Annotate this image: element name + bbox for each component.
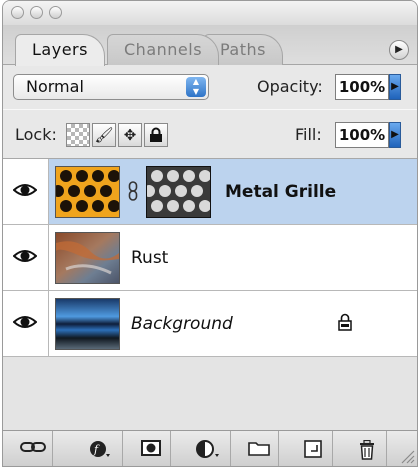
layer-mask-thumbnail[interactable] xyxy=(143,166,211,218)
new-group-icon xyxy=(247,442,270,456)
layer-name[interactable]: Rust xyxy=(131,246,168,270)
opacity-field[interactable]: 100% xyxy=(335,74,389,100)
adjustment-layer-icon xyxy=(195,440,219,458)
opacity-label: Opacity: xyxy=(257,77,323,96)
tab-channels[interactable]: Channels xyxy=(107,34,220,65)
adjustment-layer-button[interactable] xyxy=(185,431,231,466)
layer-row-rust[interactable]: Rust xyxy=(3,225,417,291)
visibility-toggle[interactable] xyxy=(3,291,49,356)
rust-texture-thumbnail xyxy=(56,233,119,283)
layer-row-background[interactable]: Background xyxy=(3,291,417,357)
add-mask-icon xyxy=(140,440,161,456)
eye-icon xyxy=(13,184,37,196)
play-arrow-icon: ▶ xyxy=(395,44,403,55)
eye-icon xyxy=(13,250,37,262)
layers-list: Metal Grille Rust Background xyxy=(3,159,417,432)
layer-name[interactable]: Metal Grille xyxy=(225,180,336,204)
eye-icon xyxy=(13,316,37,328)
trash-icon xyxy=(359,439,374,460)
layer-style-button[interactable]: f xyxy=(77,431,123,466)
new-group-button[interactable] xyxy=(239,431,279,466)
visibility-toggle[interactable] xyxy=(3,159,49,224)
bottom-toolbar: f xyxy=(3,430,417,466)
lock-fill-row: Lock: 🖌 ✥ Fill: 100% ▶ xyxy=(3,109,417,159)
padlock-icon xyxy=(150,127,162,142)
link-layers-icon xyxy=(19,442,46,452)
grille-mask-thumbnail xyxy=(143,167,211,217)
new-layer-button[interactable] xyxy=(293,431,333,466)
tab-strip: Paths Channels Layers ▶ xyxy=(3,25,417,66)
lock-transparent-pixels-button[interactable] xyxy=(66,123,90,147)
lock-position-button[interactable]: ✥ xyxy=(118,123,142,147)
visibility-toggle[interactable] xyxy=(3,225,49,290)
padlock-icon xyxy=(338,313,352,331)
layer-thumbnail[interactable] xyxy=(55,232,120,284)
blue-gradient-thumbnail xyxy=(56,299,119,349)
blend-mode-value: Normal xyxy=(26,77,84,96)
link-layers-button[interactable] xyxy=(13,431,53,466)
add-mask-button[interactable] xyxy=(131,431,171,466)
minimize-window-button[interactable] xyxy=(30,6,43,19)
layer-thumbnail[interactable] xyxy=(55,298,120,350)
close-window-button[interactable] xyxy=(11,6,24,19)
layer-thumbnail[interactable] xyxy=(52,166,120,218)
blend-opacity-row: Normal ▲ ▼ Opacity: 100% ▶ xyxy=(3,65,417,109)
layer-name[interactable]: Background xyxy=(131,312,233,336)
fill-field[interactable]: 100% xyxy=(335,122,389,148)
new-layer-icon xyxy=(303,440,322,458)
fill-slider-button[interactable]: ▶ xyxy=(389,122,401,148)
lock-label: Lock: xyxy=(15,125,57,144)
opacity-slider-button[interactable]: ▶ xyxy=(389,74,401,100)
updown-arrows-icon: ▲ ▼ xyxy=(186,77,206,97)
play-arrow-icon: ▶ xyxy=(391,81,399,92)
lock-image-pixels-button[interactable]: 🖌 xyxy=(92,123,116,147)
delete-layer-button[interactable] xyxy=(347,431,387,466)
zoom-window-button[interactable] xyxy=(49,6,62,19)
palette-menu-button[interactable]: ▶ xyxy=(389,40,409,60)
orange-grille-thumbnail xyxy=(52,167,120,217)
layer-row-metal-grille[interactable]: Metal Grille xyxy=(3,159,417,225)
brush-icon: 🖌 xyxy=(94,126,114,144)
chain-link-icon[interactable] xyxy=(128,181,138,205)
blend-mode-select[interactable]: Normal ▲ ▼ xyxy=(13,74,209,100)
resize-grip-icon[interactable] xyxy=(399,448,415,464)
tab-layers[interactable]: Layers xyxy=(15,34,105,66)
layer-style-icon: f xyxy=(89,441,110,457)
layers-palette: Paths Channels Layers ▶ Normal ▲ ▼ Opacit… xyxy=(2,0,418,467)
move-arrows-icon: ✥ xyxy=(123,126,137,144)
fill-label: Fill: xyxy=(295,125,322,144)
title-bar xyxy=(3,1,417,25)
lock-all-button[interactable] xyxy=(144,123,168,147)
play-arrow-icon: ▶ xyxy=(391,129,399,140)
